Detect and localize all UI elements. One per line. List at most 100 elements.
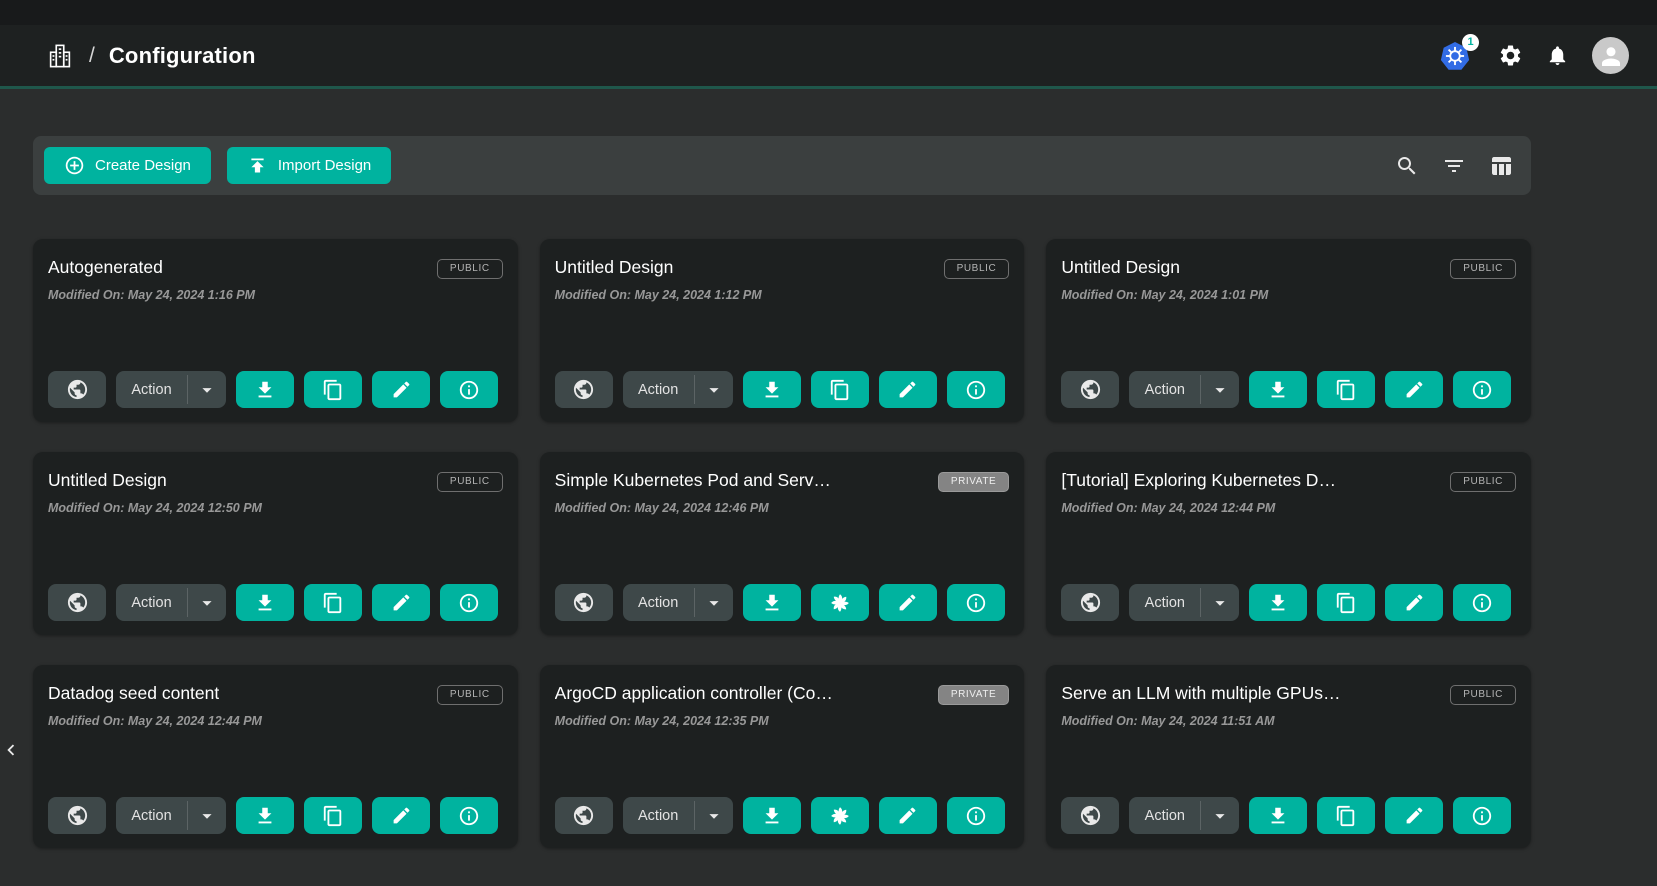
download-button[interactable]: [1249, 797, 1307, 834]
visibility-globe-button[interactable]: [48, 797, 106, 834]
action-button-label[interactable]: Action: [116, 371, 187, 408]
action-split-button[interactable]: Action: [623, 584, 733, 621]
import-design-button[interactable]: Import Design: [227, 147, 391, 184]
action-button-label[interactable]: Action: [1129, 584, 1200, 621]
info-button[interactable]: [1453, 797, 1511, 834]
download-button[interactable]: [1249, 584, 1307, 621]
action-dropdown-toggle[interactable]: [695, 584, 733, 621]
action-split-button[interactable]: Action: [623, 797, 733, 834]
edit-button[interactable]: [879, 584, 937, 621]
download-button[interactable]: [236, 371, 294, 408]
action-split-button[interactable]: Action: [1129, 797, 1239, 834]
edit-button[interactable]: [879, 371, 937, 408]
window-top-strip: [0, 0, 1657, 25]
collapse-panel-button[interactable]: [0, 733, 22, 767]
action-split-button[interactable]: Action: [116, 371, 226, 408]
info-button[interactable]: [1453, 584, 1511, 621]
action-button-label[interactable]: Action: [623, 371, 694, 408]
design-card[interactable]: Untitled Design PUBLIC Modified On: May …: [33, 452, 518, 635]
create-design-button[interactable]: Create Design: [44, 147, 211, 184]
action-button-label[interactable]: Action: [623, 584, 694, 621]
kubernetes-context-button[interactable]: 1: [1439, 40, 1475, 72]
download-button[interactable]: [236, 584, 294, 621]
clone-button[interactable]: [1317, 371, 1375, 408]
action-split-button[interactable]: Action: [623, 371, 733, 408]
action-dropdown-toggle[interactable]: [188, 584, 226, 621]
visibility-globe-button[interactable]: [555, 797, 613, 834]
notifications-bell-button[interactable]: [1546, 44, 1569, 67]
download-button[interactable]: [236, 797, 294, 834]
action-dropdown-toggle[interactable]: [1201, 584, 1239, 621]
design-card[interactable]: Serve an LLM with multiple GPUs… PUBLIC …: [1046, 665, 1531, 848]
action-button-label[interactable]: Action: [116, 584, 187, 621]
action-split-button[interactable]: Action: [116, 584, 226, 621]
download-button[interactable]: [1249, 371, 1307, 408]
edit-button[interactable]: [1385, 371, 1443, 408]
action-button-label[interactable]: Action: [623, 797, 694, 834]
download-button[interactable]: [743, 797, 801, 834]
settings-gear-button[interactable]: [1498, 43, 1523, 68]
visibility-globe-button[interactable]: [555, 584, 613, 621]
info-icon: [1471, 805, 1493, 827]
user-avatar-button[interactable]: [1592, 37, 1629, 74]
organization-building-icon[interactable]: [45, 41, 75, 71]
edit-button[interactable]: [1385, 797, 1443, 834]
design-card[interactable]: [Tutorial] Exploring Kubernetes D… PUBLI…: [1046, 452, 1531, 635]
action-split-button[interactable]: Action: [1129, 371, 1239, 408]
action-split-button[interactable]: Action: [116, 797, 226, 834]
clone-button[interactable]: [304, 584, 362, 621]
chevron-down-icon: [196, 592, 218, 614]
visibility-globe-button[interactable]: [48, 371, 106, 408]
visibility-globe-button[interactable]: [1061, 371, 1119, 408]
search-button[interactable]: [1395, 154, 1419, 178]
edit-button[interactable]: [1385, 584, 1443, 621]
design-card[interactable]: ArgoCD application controller (Co… PRIVA…: [540, 665, 1025, 848]
design-card[interactable]: Autogenerated PUBLIC Modified On: May 24…: [33, 239, 518, 422]
info-button[interactable]: [947, 584, 1005, 621]
action-dropdown-toggle[interactable]: [695, 371, 733, 408]
clone-button[interactable]: [811, 584, 869, 621]
pencil-icon: [391, 805, 412, 826]
table-view-button[interactable]: [1489, 154, 1513, 178]
action-dropdown-toggle[interactable]: [188, 371, 226, 408]
info-button[interactable]: [1453, 371, 1511, 408]
edit-button[interactable]: [372, 797, 430, 834]
visibility-globe-button[interactable]: [48, 584, 106, 621]
edit-button[interactable]: [372, 371, 430, 408]
info-button[interactable]: [440, 584, 498, 621]
design-card[interactable]: Untitled Design PUBLIC Modified On: May …: [540, 239, 1025, 422]
action-dropdown-toggle[interactable]: [1201, 797, 1239, 834]
action-dropdown-toggle[interactable]: [695, 797, 733, 834]
clone-button[interactable]: [1317, 797, 1375, 834]
visibility-globe-button[interactable]: [1061, 584, 1119, 621]
edit-button[interactable]: [879, 797, 937, 834]
design-card[interactable]: Untitled Design PUBLIC Modified On: May …: [1046, 239, 1531, 422]
modified-date: Modified On: May 24, 2024 12:50 PM: [48, 501, 503, 515]
filter-button[interactable]: [1442, 154, 1466, 178]
download-button[interactable]: [743, 584, 801, 621]
action-button-label[interactable]: Action: [1129, 797, 1200, 834]
info-button[interactable]: [440, 797, 498, 834]
edit-button[interactable]: [372, 584, 430, 621]
action-split-button[interactable]: Action: [1129, 584, 1239, 621]
info-button[interactable]: [440, 371, 498, 408]
toolbar-right-icons: [1395, 154, 1513, 178]
download-button[interactable]: [743, 371, 801, 408]
design-card[interactable]: Datadog seed content PUBLIC Modified On:…: [33, 665, 518, 848]
action-button-label[interactable]: Action: [116, 797, 187, 834]
info-button[interactable]: [947, 797, 1005, 834]
visibility-globe-button[interactable]: [555, 371, 613, 408]
clone-button[interactable]: [304, 797, 362, 834]
action-dropdown-toggle[interactable]: [1201, 371, 1239, 408]
clone-button[interactable]: [811, 797, 869, 834]
info-button[interactable]: [947, 371, 1005, 408]
clone-button[interactable]: [304, 371, 362, 408]
chevron-down-icon: [703, 379, 725, 401]
clone-button[interactable]: [1317, 584, 1375, 621]
clone-button[interactable]: [811, 371, 869, 408]
globe-icon: [66, 591, 89, 614]
visibility-globe-button[interactable]: [1061, 797, 1119, 834]
action-dropdown-toggle[interactable]: [188, 797, 226, 834]
design-card[interactable]: Simple Kubernetes Pod and Serv… PRIVATE …: [540, 452, 1025, 635]
action-button-label[interactable]: Action: [1129, 371, 1200, 408]
